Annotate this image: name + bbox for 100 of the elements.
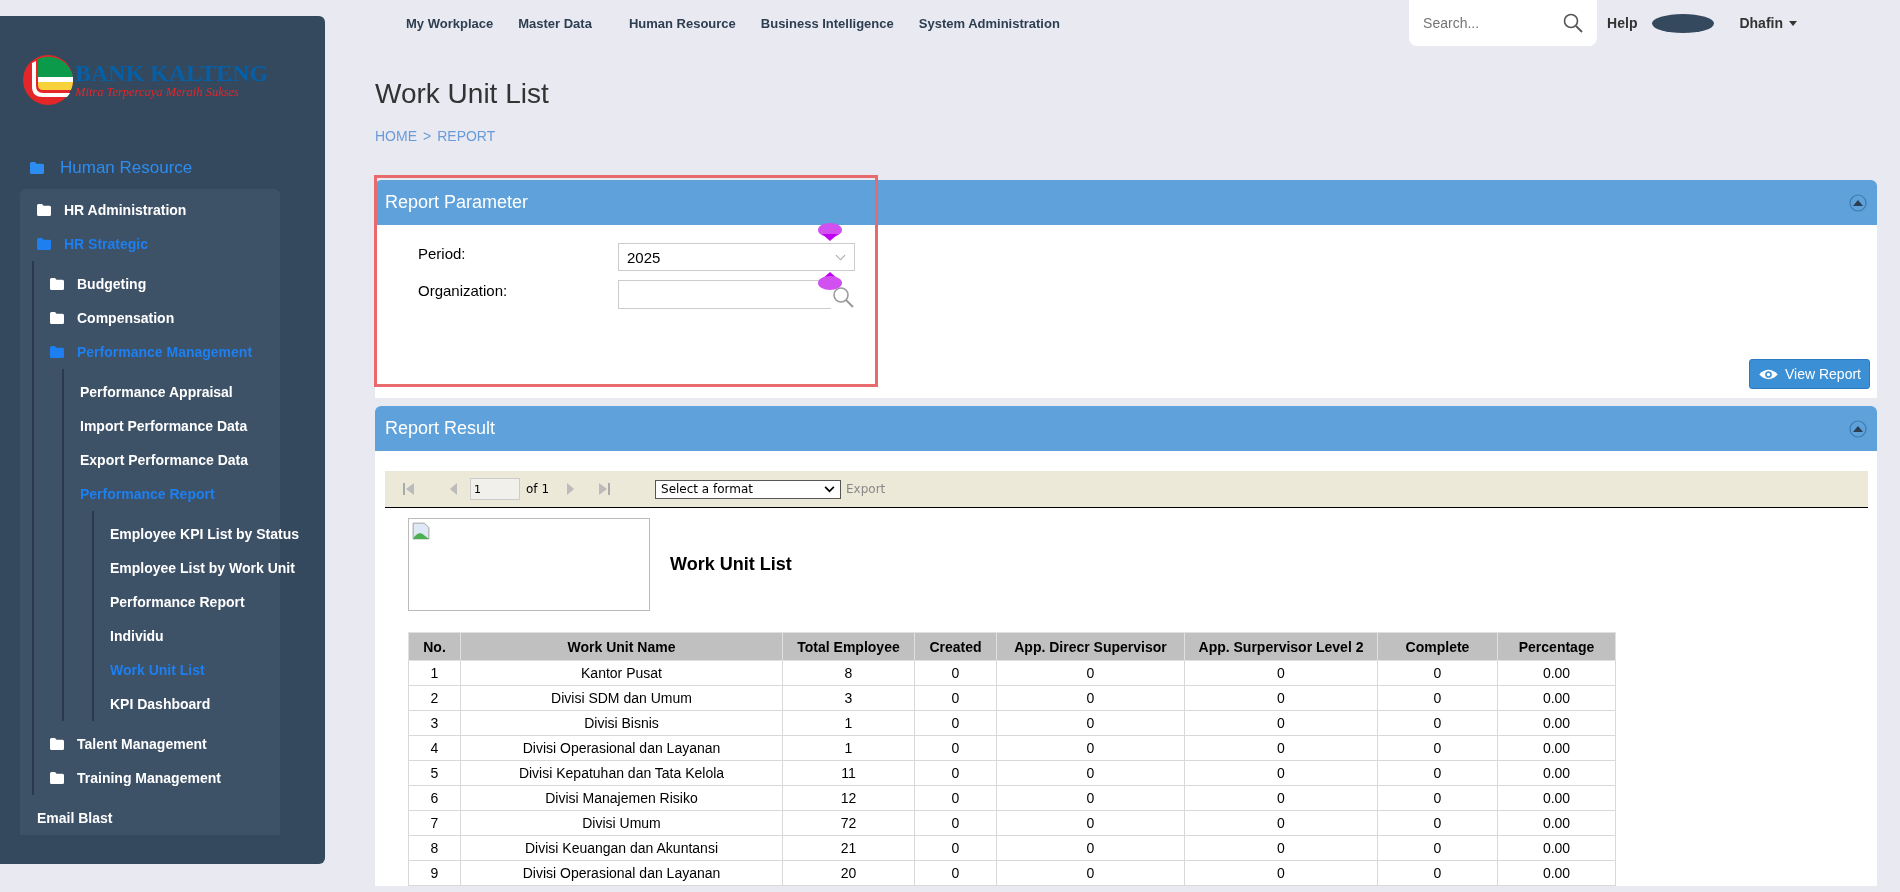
table-cell: 8 [408, 835, 461, 861]
avatar[interactable] [1652, 13, 1715, 33]
nav-menu-item[interactable]: System Administration [918, 15, 1060, 31]
table-cell: 0 [914, 835, 997, 861]
table-cell: 0.00 [1497, 685, 1616, 711]
marker-icon [817, 222, 843, 242]
column-header: Percentage [1497, 632, 1616, 661]
table-cell: 9 [408, 860, 461, 886]
sidebar-item[interactable]: Training Management [50, 761, 221, 795]
table-cell: 0 [914, 785, 997, 811]
table-cell: 0 [1184, 760, 1378, 786]
sidebar-item[interactable]: Email Blast [20, 801, 113, 835]
field-label: Period: [418, 244, 467, 262]
table-cell: 0 [996, 810, 1185, 836]
sidebar-item[interactable]: Individu [110, 619, 164, 653]
help-link[interactable]: Help [1607, 15, 1638, 31]
sidebar-item[interactable]: Employee KPI List by Status [110, 517, 300, 551]
column-header: Total Employee [782, 632, 915, 661]
broken-image-icon [412, 522, 430, 540]
table-cell: 0 [914, 685, 997, 711]
nav-menu-item[interactable]: Business Intelligence [760, 15, 894, 31]
table-cell: 0 [1377, 785, 1498, 811]
chevron-down-icon [824, 485, 835, 493]
sidebar-item[interactable]: Import Performance Data [80, 409, 248, 443]
table-cell: 0.00 [1497, 660, 1616, 686]
sidebar-item[interactable]: Employee List by Work Unit [110, 551, 295, 585]
table-cell: Divisi Kepatuhan dan Tata Kelola [460, 760, 783, 786]
table-cell: 0 [1377, 735, 1498, 761]
last-page-icon[interactable] [597, 482, 611, 496]
nav-menu-item[interactable]: Human Resource [628, 15, 736, 31]
table-cell: 0 [1184, 660, 1378, 686]
table-cell: Divisi SDM dan Umum [460, 685, 783, 711]
table-cell: 0 [996, 710, 1185, 736]
caret-icon [1789, 20, 1797, 26]
user-menu[interactable]: Dhafin [1739, 15, 1797, 31]
table-cell: Divisi Bisnis [460, 710, 783, 736]
table-cell: 1 [408, 660, 461, 686]
table-cell: 11 [782, 760, 915, 786]
table-cell: 20 [782, 860, 915, 886]
format-select[interactable]: Select a format [655, 479, 841, 499]
column-header: Complete [1377, 632, 1498, 661]
table-cell: Divisi Umum [460, 810, 783, 836]
table-cell: 0 [1184, 735, 1378, 761]
folder-icon [50, 772, 64, 784]
table-cell: Divisi Manajemen Risiko [460, 785, 783, 811]
panel-title: Report Result [385, 418, 496, 439]
search-field[interactable]: Search... [1409, 0, 1598, 46]
marker-icon [817, 271, 843, 291]
table-cell: 3 [408, 710, 461, 736]
sidebar-item[interactable]: Compensation [50, 301, 175, 335]
collapse-icon[interactable] [1849, 419, 1867, 438]
column-header: Created [914, 632, 997, 661]
sidebar-item[interactable]: KPI Dashboard [110, 687, 211, 721]
table-cell: 12 [782, 785, 915, 811]
logo-name: BANK KALTENG [75, 60, 269, 85]
period-select[interactable]: 2025 [618, 243, 855, 271]
collapse-icon[interactable] [1849, 193, 1867, 212]
table-cell: 0 [914, 660, 997, 686]
sidebar-item[interactable]: Talent Management [50, 727, 207, 761]
table-cell: 0 [1377, 835, 1498, 861]
chevron-down-icon [835, 253, 846, 261]
nav-menu-item[interactable]: My Workplace [406, 15, 494, 31]
folder-icon [50, 278, 64, 290]
table-cell: 0 [1184, 835, 1378, 861]
table-cell: 6 [408, 785, 461, 811]
field-label: Organization: [418, 281, 509, 299]
table-cell: Divisi Keuangan dan Akuntansi [460, 835, 783, 861]
table-cell: 21 [782, 835, 915, 861]
organization-field[interactable] [618, 280, 831, 309]
table-cell: 0 [914, 735, 997, 761]
table-cell: 0 [914, 860, 997, 886]
search-icon[interactable] [831, 285, 855, 309]
nav-menu-item[interactable]: Master Data [518, 15, 592, 31]
search-icon [1563, 13, 1584, 33]
table-cell: 0 [914, 810, 997, 836]
table-cell: 0.00 [1497, 785, 1616, 811]
table-cell: 0.00 [1497, 710, 1616, 736]
table-cell: 0.00 [1497, 860, 1616, 886]
page-number-field[interactable]: 1 [470, 478, 520, 500]
column-header: Work Unit Name [460, 632, 783, 661]
sidebar-item[interactable]: HR Administration [20, 193, 187, 227]
folder-icon [50, 312, 64, 324]
table-cell: 0 [996, 685, 1185, 711]
sidebar-item[interactable]: Performance Report [110, 585, 245, 619]
table-cell: 3 [782, 685, 915, 711]
table-cell: 0 [1377, 860, 1498, 886]
table-cell: 0 [914, 760, 997, 786]
page-count: of 1 [526, 482, 549, 496]
first-page-icon[interactable] [402, 482, 416, 496]
table-cell: 7 [408, 810, 461, 836]
table-cell: 1 [782, 710, 915, 736]
folder-icon [37, 238, 51, 250]
sidebar-item[interactable]: Budgeting [50, 267, 147, 301]
table-cell: 0.00 [1497, 760, 1616, 786]
breadcrumb-separator: > [423, 128, 432, 144]
table-cell: 72 [782, 810, 915, 836]
table-cell: 0 [1377, 660, 1498, 686]
sidebar-item[interactable]: Performance Appraisal [80, 375, 233, 409]
sidebar-item[interactable]: Export Performance Data [80, 443, 249, 477]
table-cell: 2 [408, 685, 461, 711]
